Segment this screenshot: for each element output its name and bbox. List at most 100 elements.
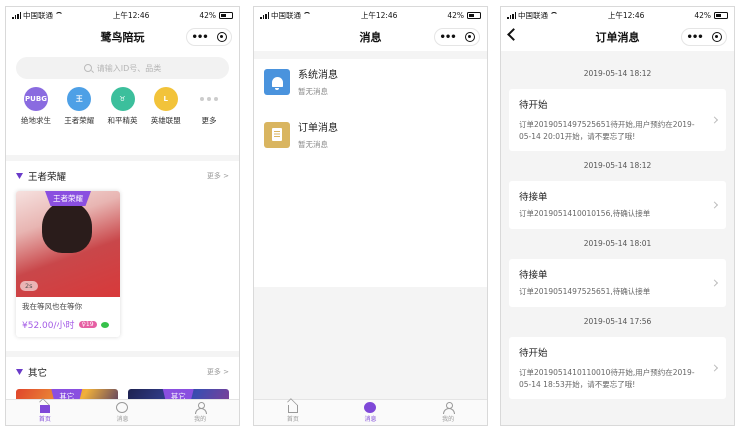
order-detail: 订单20190514975256​51待开始,用户预约在2019-05-14 2… — [519, 120, 695, 141]
carrier-label: 中国联通 — [23, 10, 53, 20]
page-title: 消息 — [359, 31, 382, 44]
category-more[interactable]: 更多 — [189, 87, 229, 126]
tab-messages[interactable]: 消息 — [364, 402, 376, 423]
messages-screen: 中国联通 上午12:46 42% 消息 ••• 系统消息 暂无消息 订单消息 暂 — [253, 6, 488, 426]
message-subtitle: 暂无消息 — [298, 140, 328, 149]
section-more-link[interactable]: 更多 > — [207, 367, 229, 377]
clock: 上午12:46 — [607, 10, 645, 20]
more-menu-icon[interactable]: ••• — [439, 32, 456, 43]
wifi-icon — [550, 12, 558, 18]
companion-photo: 王者荣耀 2s — [16, 191, 120, 297]
tab-bar: 首页 消息 我的 — [6, 399, 239, 425]
order-message-list: 2019-05-14 18:12 待开始 订单20190514975256​51… — [501, 59, 734, 399]
battery-percent: 42% — [199, 10, 216, 20]
battery-percent: 42% — [694, 10, 711, 20]
tab-messages[interactable]: 消息 — [116, 402, 128, 423]
more-menu-icon[interactable]: ••• — [191, 32, 208, 43]
carrier-label: 中国联通 — [518, 10, 548, 20]
clock: 上午12:46 — [112, 10, 150, 20]
order-status: 待接单 — [519, 192, 548, 203]
order-status: 待开始 — [519, 348, 548, 359]
tab-label: 首页 — [38, 416, 51, 423]
mini-program-capsule[interactable]: ••• — [681, 28, 727, 46]
search-input[interactable]: 请输入ID号、品类 — [16, 57, 229, 79]
message-timestamp: 2019-05-14 18:01 — [583, 239, 652, 248]
order-message-item[interactable]: 订单消息 暂无消息 — [254, 112, 487, 157]
peace-elite-icon: ♉ — [110, 87, 135, 111]
tab-label: 消息 — [364, 416, 377, 423]
category-label: 和平精英 — [107, 116, 138, 125]
order-status: 待接单 — [519, 270, 548, 281]
tab-me[interactable]: 我的 — [442, 402, 456, 423]
order-message-card[interactable]: 待接单 订单20190514975256​51,待确认接单 — [509, 259, 726, 307]
section-more-link[interactable]: 更多 > — [207, 171, 229, 181]
diamond-icon — [16, 369, 23, 375]
page-title: 鹭鸟陪玩 — [100, 31, 145, 44]
order-detail: 订单20190514100101​56,待确认接单 — [519, 209, 651, 218]
order-messages-screen: 中国联通 上午12:46 42% 订单消息 ••• 2019-05-14 18:… — [500, 6, 735, 426]
order-detail: 订单20190514101100​10待开始,用户预约在2019-05-14 1… — [519, 368, 695, 389]
lol-icon: L — [153, 87, 178, 111]
signal-icon — [260, 11, 269, 19]
section-title: 其它 — [28, 368, 48, 379]
mini-program-capsule[interactable]: ••• — [434, 28, 480, 46]
tab-home[interactable]: 首页 — [287, 402, 299, 423]
message-timestamp: 2019-05-14 17:56 — [583, 317, 652, 326]
tab-label: 我的 — [194, 416, 207, 423]
close-mini-program-icon[interactable] — [711, 32, 722, 42]
nav-bar: 消息 ••• — [254, 23, 487, 51]
section-title: 王者荣耀 — [28, 172, 67, 183]
mini-program-capsule[interactable]: ••• — [186, 28, 232, 46]
category-label: 王者荣耀 — [64, 116, 95, 125]
category-pubg[interactable]: PUBG 绝地求生 — [16, 87, 56, 126]
battery-icon — [466, 11, 481, 19]
price-label: ¥52.00/小时 — [22, 321, 75, 331]
tab-home[interactable]: 首页 — [39, 402, 51, 423]
nav-bar: 订单消息 ••• — [501, 23, 734, 51]
game-category-list: PUBG 绝地求生 王 王者荣耀 ♉ 和平精英 L 英雄联盟 更多 — [16, 87, 229, 126]
chevron-right-icon — [710, 279, 719, 287]
message-icon — [364, 402, 377, 413]
order-message-card[interactable]: 待接单 订单20190514100101​56,待确认接单 — [509, 181, 726, 229]
signal-icon — [507, 11, 516, 19]
status-bar: 中国联通 上午12:46 42% — [6, 7, 239, 23]
search-icon — [83, 64, 92, 72]
chevron-right-icon — [710, 201, 719, 209]
order-message-card[interactable]: 待开始 订单20190514101100​10待开始,用户预约在2019-05-… — [509, 337, 726, 399]
voice-intro-badge[interactable]: 2s — [20, 281, 38, 291]
back-arrow-icon[interactable] — [507, 28, 520, 41]
companion-card[interactable]: 王者荣耀 2s 我在等风也在等你 ¥52.00/小时 ♀19 — [16, 191, 120, 337]
gender-age-badge: ♀19 — [78, 321, 97, 328]
clock: 上午12:46 — [360, 10, 398, 20]
profile-icon — [443, 402, 456, 414]
close-mini-program-icon[interactable] — [216, 32, 227, 42]
category-honor-of-kings[interactable]: 王 王者荣耀 — [59, 87, 99, 126]
search-placeholder: 请输入ID号、品类 — [96, 63, 162, 73]
battery-icon — [713, 11, 728, 19]
more-menu-icon[interactable]: ••• — [686, 32, 703, 43]
wifi-icon — [303, 12, 311, 18]
status-bar: 中国联通 上午12:46 42% — [501, 7, 734, 23]
category-label: 更多 — [201, 116, 217, 125]
order-message-card[interactable]: 待开始 订单20190514975256​51待开始,用户预约在2019-05-… — [509, 89, 726, 151]
system-message-item[interactable]: 系统消息 暂无消息 — [254, 59, 487, 104]
home-screen: 中国联通 上午12:46 42% 鹭鸟陪玩 ••• 请输入ID号、品类 PUBG… — [5, 6, 240, 426]
home-icon — [39, 405, 50, 413]
tab-bar: 首页 消息 我的 — [254, 399, 487, 425]
category-label: 英雄联盟 — [150, 116, 181, 125]
close-mini-program-icon[interactable] — [464, 32, 475, 42]
message-icon — [116, 402, 129, 413]
battery-percent: 42% — [447, 10, 464, 20]
message-title: 系统消息 — [298, 70, 338, 81]
category-label: 绝地求生 — [21, 116, 51, 125]
profile-icon — [195, 402, 208, 414]
chevron-right-icon — [710, 116, 719, 124]
message-timestamp: 2019-05-14 18:12 — [583, 69, 652, 78]
wechat-icon — [100, 321, 109, 328]
tab-label: 消息 — [116, 416, 129, 423]
honor-of-kings-icon: 王 — [67, 87, 92, 111]
category-peace-elite[interactable]: ♉ 和平精英 — [103, 87, 143, 126]
tab-me[interactable]: 我的 — [194, 402, 208, 423]
category-lol[interactable]: L 英雄联盟 — [146, 87, 186, 126]
pubg-icon: PUBG — [24, 87, 48, 111]
